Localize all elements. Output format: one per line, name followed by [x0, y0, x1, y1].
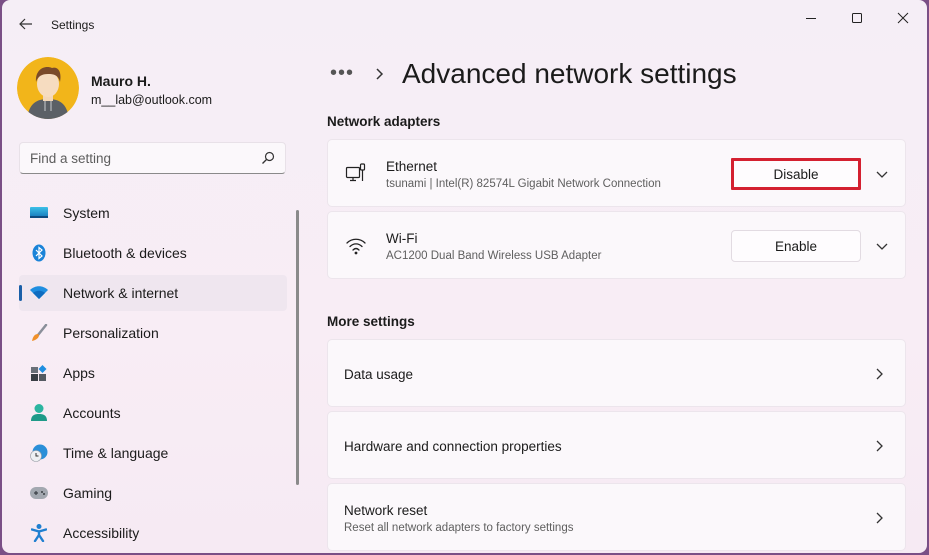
- search-icon[interactable]: [261, 151, 275, 165]
- settings-window: Settings Mauro H. m__lab@outlook.com Fin…: [2, 0, 927, 553]
- page-title: Advanced network settings: [402, 58, 737, 89]
- enable-wifi-button[interactable]: Enable: [731, 230, 861, 262]
- accessibility-icon: [30, 524, 48, 542]
- adapter-name: Ethernet: [386, 159, 438, 174]
- adapter-description: tsunami | Intel(R) 82574L Gigabit Networ…: [386, 178, 661, 190]
- row-title: Network reset: [344, 503, 428, 518]
- hardware-properties-row[interactable]: Hardware and connection properties: [327, 411, 906, 479]
- active-indicator: [19, 285, 22, 301]
- bluetooth-icon: [30, 244, 48, 262]
- minimize-button[interactable]: [788, 4, 834, 32]
- wifi-adapter-card: Wi-Fi AC1200 Dual Band Wireless USB Adap…: [327, 211, 906, 279]
- sidebar-item-gaming[interactable]: Gaming: [19, 475, 287, 511]
- adapter-name: Wi-Fi: [386, 231, 418, 246]
- sidebar-item-label: Accessibility: [63, 525, 140, 541]
- disable-ethernet-button[interactable]: Disable: [731, 158, 861, 190]
- sidebar-item-accounts[interactable]: Accounts: [19, 395, 287, 431]
- row-subtitle: Reset all network adapters to factory se…: [344, 522, 574, 534]
- sidebar-item-network[interactable]: Network & internet: [19, 275, 287, 311]
- sidebar-item-label: Bluetooth & devices: [63, 245, 187, 261]
- search-box[interactable]: [19, 142, 286, 174]
- user-email: m__lab@outlook.com: [91, 93, 213, 107]
- title-bar: Settings: [2, 0, 927, 48]
- data-usage-row[interactable]: Data usage: [327, 339, 906, 407]
- sidebar-item-bluetooth[interactable]: Bluetooth & devices: [19, 235, 287, 271]
- search-input[interactable]: [30, 143, 250, 173]
- sidebar-item-system[interactable]: System: [19, 195, 287, 231]
- app-title: Settings: [51, 18, 95, 32]
- network-reset-row[interactable]: Network reset Reset all network adapters…: [327, 483, 906, 551]
- back-button[interactable]: [14, 12, 38, 36]
- user-avatar-icon: [17, 57, 79, 119]
- sidebar-nav: System Bluetooth & devices Network & int…: [19, 195, 287, 553]
- ethernet-adapter-card: Ethernet tsunami | Intel(R) 82574L Gigab…: [327, 139, 906, 207]
- sidebar-scrollbar[interactable]: [296, 210, 299, 485]
- adapter-description: AC1200 Dual Band Wireless USB Adapter: [386, 250, 602, 262]
- person-icon: [30, 404, 48, 422]
- more-settings-heading: More settings: [327, 314, 415, 329]
- network-adapters-heading: Network adapters: [327, 114, 441, 129]
- sidebar-item-label: Apps: [63, 365, 95, 381]
- sidebar-item-time-language[interactable]: Time & language: [19, 435, 287, 471]
- breadcrumb-more-button[interactable]: •••: [330, 62, 354, 85]
- ethernet-icon: [345, 163, 366, 182]
- maximize-button[interactable]: [834, 4, 880, 32]
- apps-icon: [30, 364, 48, 382]
- sidebar-item-accessibility[interactable]: Accessibility: [19, 515, 287, 551]
- maximize-icon: [852, 13, 862, 23]
- sidebar-item-personalization[interactable]: Personalization: [19, 315, 287, 351]
- chevron-right-icon: [876, 440, 883, 452]
- sidebar-item-label: Network & internet: [63, 285, 179, 301]
- wifi-icon: [30, 284, 48, 302]
- minimize-icon: [806, 18, 816, 19]
- chevron-right-icon: [876, 368, 883, 380]
- arrow-left-icon: [19, 18, 32, 30]
- monitor-icon: [30, 204, 48, 222]
- row-title: Data usage: [344, 367, 414, 382]
- sidebar-item-label: Time & language: [63, 445, 169, 461]
- close-button[interactable]: [880, 4, 926, 32]
- chevron-down-icon[interactable]: [875, 239, 889, 253]
- chevron-right-icon: [376, 68, 384, 80]
- brush-icon: [30, 324, 48, 342]
- row-title: Hardware and connection properties: [344, 439, 562, 454]
- sidebar-item-apps[interactable]: Apps: [19, 355, 287, 391]
- chevron-right-icon: [876, 512, 883, 524]
- wifi-icon: [346, 238, 366, 255]
- chevron-down-icon[interactable]: [875, 167, 889, 181]
- user-name: Mauro H.: [91, 73, 151, 89]
- gamepad-icon: [30, 484, 48, 502]
- sidebar-item-label: Gaming: [63, 485, 113, 501]
- close-icon: [897, 12, 909, 24]
- sidebar-item-label: System: [63, 205, 110, 221]
- globe-clock-icon: [30, 444, 48, 462]
- sidebar-item-label: Accounts: [63, 405, 121, 421]
- sidebar-item-label: Personalization: [63, 325, 159, 341]
- avatar[interactable]: [17, 57, 79, 119]
